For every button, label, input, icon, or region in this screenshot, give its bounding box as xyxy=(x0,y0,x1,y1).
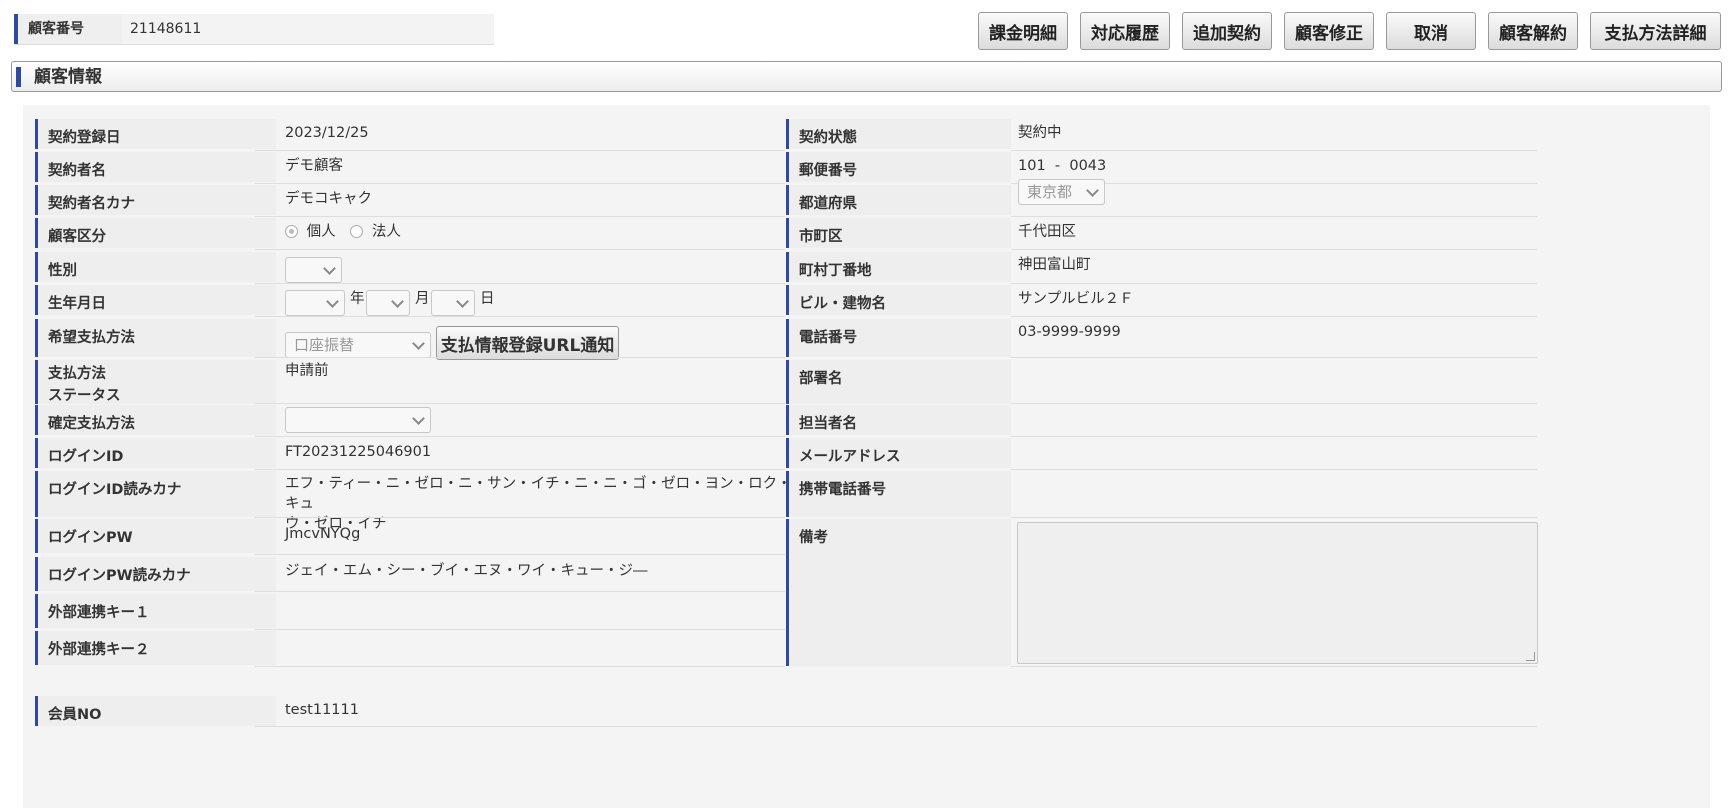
toolbar: 課金明細 対応履歴 追加契約 顧客修正 取消 顧客解約 支払方法詳細 xyxy=(978,12,1721,50)
notes-label: 備考 xyxy=(786,519,1011,666)
chevron-down-icon xyxy=(323,262,336,275)
login-pw-kana-value: ジェイ・エム・シー・ブイ・エヌ・ワイ・キュー・ジ― xyxy=(285,563,648,579)
payment-status-label-line2: ステータス xyxy=(48,388,121,404)
confirmed-payment-select[interactable] xyxy=(285,407,431,433)
contractor-name-label: 契約者名 xyxy=(35,152,276,182)
login-id-kana-line1: エフ・ティー・ニ・ゼロ・ニ・サン・イチ・ニ・ニ・ゴ・ゼロ・ヨン・ロク・キュ xyxy=(285,476,792,512)
chevron-down-icon xyxy=(412,337,425,350)
edit-customer-button[interactable]: 顧客修正 xyxy=(1284,12,1374,50)
login-id-label: ログインID xyxy=(35,438,276,468)
chevron-down-icon xyxy=(391,295,404,308)
contractor-kana-label: 契約者名カナ xyxy=(35,185,276,215)
city-value: 千代田区 xyxy=(1018,224,1076,240)
ext-key1-label: 外部連携キー１ xyxy=(35,594,276,628)
cancel-button[interactable]: 取消 xyxy=(1386,12,1476,50)
login-id-kana-label: ログインID読みカナ xyxy=(35,471,276,517)
contract-status-value: 契約中 xyxy=(1018,125,1062,141)
payment-status-label-line1: 支払方法 xyxy=(48,366,106,382)
phone-label: 電話番号 xyxy=(786,319,1011,357)
terminate-button[interactable]: 顧客解約 xyxy=(1488,12,1578,50)
address-value: 神田富山町 xyxy=(1018,257,1091,273)
prefecture-label: 都道府県 xyxy=(786,185,1011,215)
login-pw-label: ログインPW xyxy=(35,519,276,553)
customer-number-label: 顧客番号 xyxy=(14,14,122,44)
member-no-value: test11111 xyxy=(285,702,359,718)
member-no-label: 会員NO xyxy=(35,696,276,726)
gender-label: 性別 xyxy=(35,252,276,282)
contractor-kana-value: デモコキャク xyxy=(285,191,372,207)
building-label: ビル・建物名 xyxy=(786,285,1011,315)
login-pw-kana-label: ログインPW読みカナ xyxy=(35,557,276,591)
birth-year-select[interactable] xyxy=(285,290,345,316)
birthdate-label: 生年月日 xyxy=(35,285,276,315)
section-title: 顧客情報 xyxy=(34,67,102,87)
department-label: 部署名 xyxy=(786,360,1011,404)
login-pw-value: JmcvNYQg xyxy=(285,526,361,542)
customer-type-label: 顧客区分 xyxy=(35,218,276,248)
login-id-value: FT20231225046901 xyxy=(285,444,432,460)
contract-status-label: 契約状態 xyxy=(786,119,1011,149)
confirmed-payment-label: 確定支払方法 xyxy=(35,405,276,435)
mobile-label: 携帯電話番号 xyxy=(786,471,1011,517)
contract-date-value: 2023/12/25 xyxy=(285,125,369,141)
payment-pref-label: 希望支払方法 xyxy=(35,319,276,357)
birth-month-select[interactable] xyxy=(366,290,410,316)
section-header-marker xyxy=(16,67,21,87)
email-label: メールアドレス xyxy=(786,438,1011,468)
prefecture-select[interactable]: 東京都 xyxy=(1018,179,1105,205)
postal-label: 郵便番号 xyxy=(786,152,1011,182)
chevron-down-icon xyxy=(456,295,469,308)
radio-individual[interactable] xyxy=(285,225,298,238)
gender-select[interactable] xyxy=(285,257,342,283)
payment-status-value: 申請前 xyxy=(285,363,329,379)
payment-status-label: 支払方法 ステータス xyxy=(35,360,276,404)
postal-value: 101 - 0043 xyxy=(1018,158,1107,174)
city-label: 市町区 xyxy=(786,218,1011,248)
radio-corporate[interactable] xyxy=(350,225,364,238)
chevron-down-icon xyxy=(1086,184,1099,197)
month-suffix: 月 xyxy=(415,291,430,307)
radio-corporate-label: 法人 xyxy=(371,224,401,240)
payment-detail-button[interactable]: 支払方法詳細 xyxy=(1590,12,1721,50)
contractor-name-value: デモ顧客 xyxy=(285,158,343,174)
customer-type-radios: 個人 法人 xyxy=(285,213,401,244)
day-suffix: 日 xyxy=(480,291,495,307)
notes-textarea[interactable] xyxy=(1017,522,1538,664)
customer-number-field: 顧客番号 21148611 xyxy=(14,14,494,45)
birth-day-select[interactable] xyxy=(431,290,475,316)
resize-grip-icon[interactable] xyxy=(1526,652,1535,661)
ext-key2-label: 外部連携キー２ xyxy=(35,631,276,665)
send-payment-url-button[interactable]: 支払情報登録URL通知 xyxy=(436,326,619,360)
add-contract-button[interactable]: 追加契約 xyxy=(1182,12,1272,50)
section-header: 顧客情報 xyxy=(11,61,1722,92)
building-value: サンプルビル２Ｆ xyxy=(1018,291,1134,307)
prefecture-value: 東京都 xyxy=(1027,183,1073,201)
customer-info-panel: 契約登録日 2023/12/25 契約者名 デモ顧客 契約者名カナ デモコキャク… xyxy=(23,105,1710,808)
person-label: 担当者名 xyxy=(786,405,1011,435)
history-button[interactable]: 対応履歴 xyxy=(1080,12,1170,50)
chevron-down-icon xyxy=(412,412,425,425)
address-label: 町村丁番地 xyxy=(786,252,1011,282)
customer-number-value: 21148611 xyxy=(130,21,202,37)
login-id-kana-value: エフ・ティー・ニ・ゼロ・ニ・サン・イチ・ニ・ニ・ゴ・ゼロ・ヨン・ロク・キュ ウ・… xyxy=(285,467,795,534)
year-suffix: 年 xyxy=(350,291,365,307)
contract-date-label: 契約登録日 xyxy=(35,119,276,149)
chevron-down-icon xyxy=(326,295,339,308)
phone-value: 03-9999-9999 xyxy=(1018,324,1121,340)
radio-individual-label: 個人 xyxy=(306,224,336,240)
billing-detail-button[interactable]: 課金明細 xyxy=(978,12,1068,50)
